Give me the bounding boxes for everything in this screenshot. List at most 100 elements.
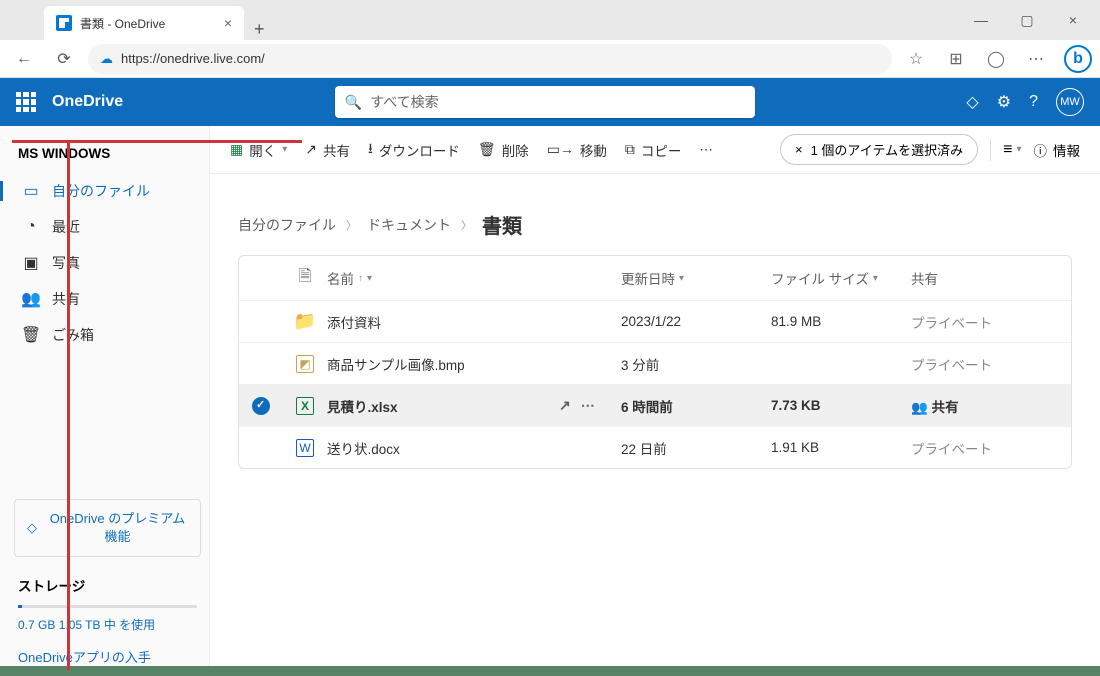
file-name[interactable]: 見積り.xlsx	[327, 396, 398, 416]
people-icon: 👥	[22, 289, 40, 309]
table-row[interactable]: W 送り状.docx 22 日前 1.91 KB プライベート	[239, 426, 1071, 468]
sidebar-item-my-files[interactable]: ▭ 自分のファイル	[14, 173, 201, 209]
ellipsis-icon[interactable]: ⋯	[581, 397, 595, 414]
word-file-icon: W	[296, 439, 314, 457]
cell-sharing: プライベート	[911, 312, 1071, 332]
chevron-down-icon: ▾	[679, 273, 684, 284]
cell-sharing: プライベート	[911, 354, 1071, 374]
avatar[interactable]: MW	[1056, 88, 1084, 116]
move-button[interactable]: ▭→移動	[547, 140, 607, 160]
sidebar-item-recent[interactable]: ◔ 最近	[14, 209, 201, 245]
file-type-icon[interactable]: 🗎	[299, 265, 312, 292]
col-size-header[interactable]: ファイル サイズ ▾	[771, 268, 911, 288]
file-name[interactable]: 商品サンプル画像.bmp	[327, 354, 559, 374]
breadcrumb-root[interactable]: 自分のファイル	[238, 215, 336, 235]
premium-button[interactable]: ◇ OneDrive のプレミアム機能	[14, 499, 201, 557]
share-button[interactable]: ↗共有	[305, 140, 350, 160]
people-icon: 👥	[911, 400, 928, 415]
row-checkbox[interactable]	[252, 439, 270, 457]
col-name-header[interactable]: 名前 ↑ ▾	[327, 268, 559, 288]
command-bar: ▦開く▾ ↗共有 ⭳ダウンロード 🗑削除 ▭→移動 ⧉コピー ⋯ × 1 個のア…	[210, 126, 1100, 174]
more-commands-button[interactable]: ⋯	[699, 142, 713, 158]
share-icon: ↗	[305, 141, 317, 158]
close-icon: ×	[795, 142, 803, 157]
file-name[interactable]: 送り状.docx	[327, 438, 559, 458]
delete-button[interactable]: 🗑削除	[478, 140, 529, 160]
selection-count: 1 個のアイテムを選択済み	[811, 140, 964, 159]
close-icon[interactable]: ×	[224, 15, 232, 31]
breadcrumb-mid[interactable]: ドキュメント	[367, 215, 451, 235]
breadcrumb-current: 書類	[482, 210, 522, 239]
bing-sidebar-icon[interactable]: b	[1064, 45, 1092, 73]
sidebar-item-label: 最近	[52, 217, 80, 237]
share-icon[interactable]: ↗	[559, 397, 571, 414]
photo-icon: ▣	[22, 253, 40, 273]
chevron-down-icon: ▾	[282, 144, 287, 155]
favorite-icon[interactable]: ☆	[900, 43, 932, 75]
file-table: 🗎 名前 ↑ ▾ 更新日時 ▾ ファイル サイズ ▾ 共有 📁 添付資料 202…	[238, 255, 1072, 469]
sort-up-icon: ↑	[358, 273, 363, 284]
browser-tab-strip: 書類 - OneDrive × + — ▢ ×	[0, 0, 1100, 40]
collections-icon[interactable]: ⊞	[940, 43, 972, 75]
separator	[990, 139, 991, 161]
settings-icon[interactable]: ⚙	[997, 92, 1011, 112]
view-sort-button[interactable]: ≡▾	[1003, 141, 1021, 159]
file-name[interactable]: 添付資料	[327, 312, 559, 332]
storage-usage-link[interactable]: 0.7 GB 1.05 TB 中 を使用	[14, 616, 201, 633]
selection-pill[interactable]: × 1 個のアイテムを選択済み	[780, 134, 978, 165]
browser-tab[interactable]: 書類 - OneDrive ×	[44, 6, 244, 40]
info-button[interactable]: ⓘ情報	[1034, 140, 1081, 160]
more-icon[interactable]: ⋯	[1020, 43, 1052, 75]
refresh-button[interactable]: ⟳	[48, 43, 80, 75]
cell-size: 7.73 KB	[771, 398, 911, 413]
sidebar-item-label: 共有	[52, 289, 80, 309]
search-icon: 🔍	[345, 94, 362, 111]
copy-button[interactable]: ⧉コピー	[625, 140, 682, 160]
row-checkbox[interactable]	[252, 397, 270, 415]
table-row[interactable]: 📁 添付資料 2023/1/22 81.9 MB プライベート	[239, 300, 1071, 342]
minimize-button[interactable]: —	[958, 0, 1004, 40]
brand-label: OneDrive	[52, 93, 123, 111]
table-row[interactable]: ◩ 商品サンプル画像.bmp 3 分前 プライベート	[239, 342, 1071, 384]
image-file-icon: ◩	[296, 355, 314, 373]
url-text: https://onedrive.live.com/	[121, 51, 265, 66]
row-checkbox[interactable]	[252, 355, 270, 373]
table-header-row: 🗎 名前 ↑ ▾ 更新日時 ▾ ファイル サイズ ▾ 共有	[239, 256, 1071, 300]
row-checkbox[interactable]	[252, 313, 270, 331]
excel-file-icon: X	[296, 397, 314, 415]
app-launcher-icon[interactable]	[16, 92, 36, 112]
breadcrumb: 自分のファイル 〉 ドキュメント 〉 書類	[210, 174, 1100, 255]
sidebar-item-label: 自分のファイル	[52, 181, 150, 201]
premium-icon[interactable]: ◇	[966, 92, 978, 112]
tab-title: 書類 - OneDrive	[80, 15, 165, 32]
sidebar-item-photos[interactable]: ▣ 写真	[14, 245, 201, 281]
open-button[interactable]: ▦開く▾	[230, 140, 287, 160]
help-icon[interactable]: ?	[1029, 93, 1038, 111]
col-modified-header[interactable]: 更新日時 ▾	[621, 268, 771, 288]
sidebar-item-label: ごみ箱	[52, 325, 94, 345]
sidebar-item-shared[interactable]: 👥 共有	[14, 281, 201, 317]
chevron-right-icon: 〉	[346, 217, 357, 233]
premium-label: OneDrive のプレミアム機能	[47, 510, 188, 546]
ellipsis-icon: ⋯	[699, 142, 713, 158]
profile-icon[interactable]: ◯	[980, 43, 1012, 75]
new-tab-button[interactable]: +	[244, 19, 275, 40]
nav-back-button[interactable]: ←	[8, 43, 40, 75]
maximize-button[interactable]: ▢	[1004, 0, 1050, 40]
sidebar: MS WINDOWS ▭ 自分のファイル ◔ 最近 ▣ 写真 👥 共有 🗑 ごみ…	[0, 126, 210, 676]
get-app-link[interactable]: OneDriveアプリの入手	[14, 633, 201, 666]
chevron-down-icon: ▾	[367, 273, 372, 284]
address-bar[interactable]: ☁ https://onedrive.live.com/	[88, 44, 892, 74]
table-row[interactable]: X 見積り.xlsx ↗⋯ 6 時間前 7.73 KB 👥 共有	[239, 384, 1071, 426]
download-button[interactable]: ⭳ダウンロード	[368, 138, 460, 162]
chevron-right-icon: 〉	[461, 217, 472, 233]
chevron-down-icon: ▾	[1016, 144, 1021, 155]
onedrive-favicon	[56, 15, 72, 31]
sidebar-item-recycle-bin[interactable]: 🗑 ごみ箱	[14, 317, 201, 353]
sidebar-item-label: 写真	[52, 253, 80, 273]
clock-icon: ◔	[22, 218, 40, 236]
close-window-button[interactable]: ×	[1050, 0, 1096, 40]
cell-sharing: プライベート	[911, 438, 1071, 458]
search-box[interactable]: 🔍 すべて検索	[335, 86, 755, 118]
cell-modified: 6 時間前	[621, 396, 771, 416]
